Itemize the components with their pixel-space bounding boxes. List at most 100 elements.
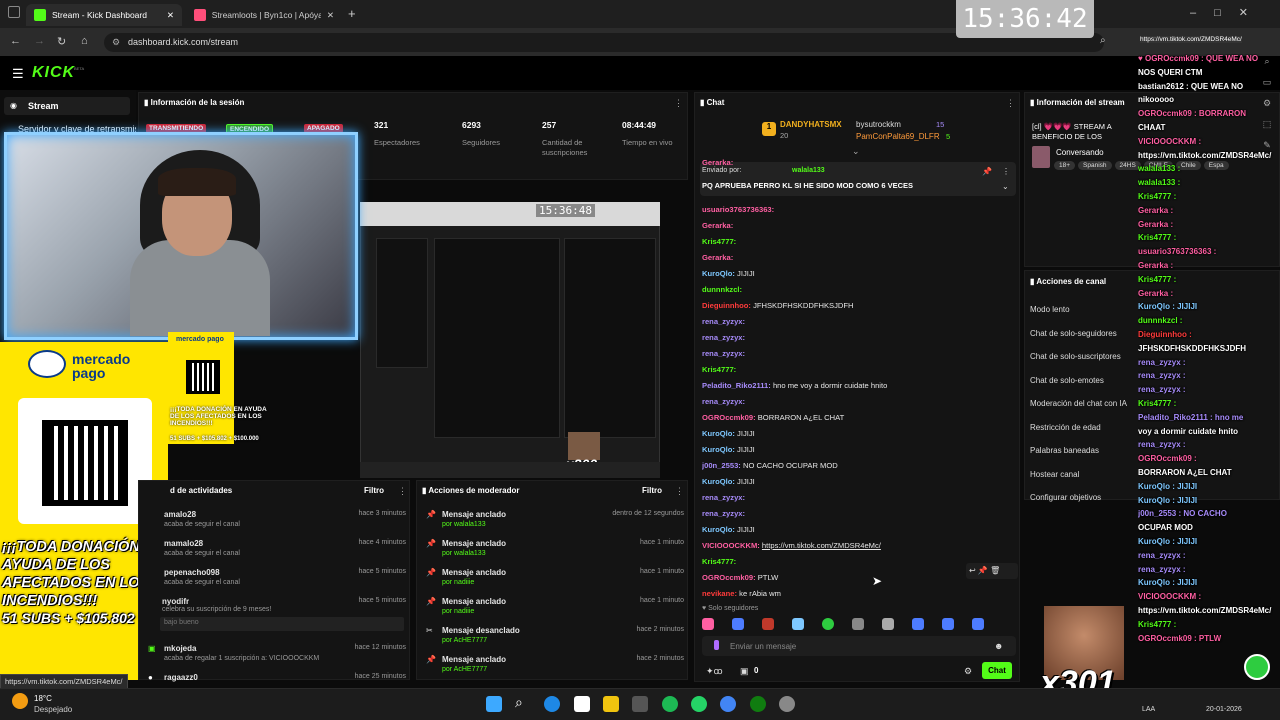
tab-search-icon[interactable] [8, 6, 20, 18]
more-icon[interactable]: ⋮ [1002, 167, 1010, 176]
chat-username[interactable]: Kris4777: [702, 237, 736, 246]
gift-icon[interactable]: ▣ [740, 666, 749, 677]
chat-username[interactable]: rena_zyzyx: [702, 317, 745, 326]
modactions-filter-button[interactable]: Filtro [642, 486, 662, 495]
chat-username[interactable]: rena_zyzyx: [702, 397, 745, 406]
message-actions[interactable]: ↩ 📌 🗑 [966, 563, 1018, 579]
input-language[interactable]: LAA [1142, 706, 1155, 713]
chat-username[interactable]: KuroQlo: [702, 269, 735, 278]
send-chat-button[interactable]: Chat [982, 662, 1012, 679]
home-icon[interactable]: ⌂ [81, 35, 88, 47]
site-info-icon[interactable]: ⚙ [112, 37, 120, 48]
close-icon[interactable]: ✕ [327, 10, 334, 21]
chat-username[interactable]: usuario3763736363: [702, 205, 774, 214]
channel-action-item[interactable]: Chat de solo-suscriptores [1030, 352, 1121, 361]
reload-icon[interactable]: ↻ [57, 35, 66, 48]
chat-text[interactable]: https://vm.tiktok.com/ZMDSR4eMc/ [762, 541, 881, 550]
chat-username[interactable]: dunnnkzcl: [702, 285, 742, 294]
url-input[interactable]: dashboard.kick.com/stream [104, 33, 1104, 52]
chat-username[interactable]: Kris4777: [702, 557, 736, 566]
chat-username[interactable]: KuroQlo: [702, 445, 735, 454]
chat-username[interactable]: OGROccmk09: [702, 573, 756, 582]
chat-message: rena_zyzyx: [702, 316, 1012, 327]
chat-username[interactable]: rena_zyzyx: [702, 349, 745, 358]
leader-name[interactable]: bysutrockkm [856, 120, 901, 129]
zoom-icon[interactable]: ⌕ [1100, 35, 1106, 46]
channel-action-item[interactable]: Chat de solo-emotes [1030, 376, 1104, 385]
channel-action-item[interactable]: Chat de solo-seguidores [1030, 329, 1117, 338]
hamburger-menu-icon[interactable]: ☰ [12, 66, 24, 82]
channel-action-item[interactable]: Configurar objetivos [1030, 493, 1101, 502]
activity-filter-button[interactable]: Filtro [364, 486, 384, 495]
more-icon[interactable]: ⋮ [674, 98, 683, 109]
search-icon[interactable]: ⌕ [515, 694, 523, 711]
more-icon[interactable]: ⋮ [1006, 98, 1015, 109]
chevron-down-icon[interactable]: ⌄ [1002, 182, 1009, 191]
tab-kick-dashboard[interactable]: Stream - Kick Dashboard ✕ [26, 4, 182, 26]
tab-label: Streamloots | Byn1co | Apóyame [211, 10, 321, 20]
close-icon[interactable]: ✕ [167, 10, 174, 21]
xbox-icon[interactable] [750, 696, 766, 712]
chat-username[interactable]: nevikane: [702, 589, 737, 598]
bookmark-icon[interactable]: ▭ [1263, 77, 1272, 88]
kick-logo[interactable]: KICK [32, 64, 75, 82]
back-arrow-icon[interactable]: ← [10, 35, 21, 47]
chat-username[interactable]: KuroQlo: [702, 477, 735, 486]
forward-arrow-icon[interactable]: → [34, 35, 45, 47]
category-name[interactable]: Conversando [1056, 148, 1104, 157]
chat-username[interactable]: rena_zyzyx: [702, 493, 745, 502]
channel-action-item[interactable]: Restricción de edad [1030, 423, 1101, 432]
chat-username[interactable]: KuroQlo: [702, 525, 735, 534]
chat-username[interactable]: Gerarka: [702, 221, 733, 230]
tab-streamloots[interactable]: Streamloots | Byn1co | Apóyame ✕ [186, 4, 342, 26]
chat-username[interactable]: Dieguinnhoo: [702, 301, 751, 310]
emote-bar[interactable] [702, 618, 1018, 632]
extension-icon[interactable]: ⬚ [1263, 119, 1272, 130]
spotify-icon[interactable] [662, 696, 678, 712]
chat-username[interactable]: rena_zyzyx: [702, 333, 745, 342]
whatsapp-icon[interactable] [1244, 654, 1270, 680]
points-icon[interactable]: ✦ꝏ [706, 666, 723, 677]
channel-action-item[interactable]: Palabras baneadas [1030, 446, 1099, 455]
chat-username[interactable]: rena_zyzyx: [702, 509, 745, 518]
modaction-row: 📌 Mensaje anclado por nadiiie hace 1 minuto [426, 568, 684, 586]
chat-username[interactable]: VICIOOOCKKM: [702, 541, 760, 550]
sidebar-item-stream[interactable] [4, 97, 130, 115]
gear-icon[interactable]: ⚙ [964, 666, 972, 677]
overlay-chat-line: KuroQlo : JIJIJI [1138, 537, 1198, 546]
app-icon[interactable] [632, 696, 648, 712]
leader-name[interactable]: DANDYHATSMX [780, 120, 842, 129]
store-icon[interactable] [574, 696, 590, 712]
leader-name[interactable]: PamConPalta69_DLFR [856, 132, 940, 141]
pinned-by-user[interactable]: walala133 [792, 167, 825, 174]
more-icon[interactable]: ⋮ [675, 486, 684, 497]
session-stats: 321 Espectadores 6293 Seguidores 257 Cantid… [374, 120, 674, 164]
window-controls[interactable]: –□✕ [1190, 6, 1266, 19]
chat-username[interactable]: Peladito_Riko2111: [702, 381, 771, 390]
pin-icon[interactable]: 📌 [982, 167, 992, 176]
new-tab-button[interactable]: + [348, 6, 356, 21]
chat-username[interactable]: KuroQlo: [702, 429, 735, 438]
channel-action-item[interactable]: Modo lento [1030, 305, 1070, 314]
more-icon[interactable]: ⋮ [398, 486, 407, 497]
emoji-icon[interactable]: ☻ [994, 641, 1003, 651]
obs-icon[interactable] [779, 696, 795, 712]
channel-action-item[interactable]: Hostear canal [1030, 470, 1079, 479]
chevron-down-icon[interactable]: ⌄ [852, 146, 860, 157]
chat-username[interactable]: j00n_2553: [702, 461, 741, 470]
chat-username[interactable]: Gerarka: [702, 158, 733, 167]
channel-action-item[interactable]: Moderación del chat con IA [1030, 399, 1127, 408]
gear-icon[interactable]: ⚙ [1263, 98, 1271, 109]
chat-message: Kris4777: [702, 236, 1012, 247]
chat-username[interactable]: Gerarka: [702, 253, 733, 262]
chat-username[interactable]: OGROccmk09: [702, 413, 756, 422]
tool-icon[interactable]: ✎ [1263, 140, 1271, 151]
folder-icon[interactable] [603, 696, 619, 712]
windows-start-icon[interactable] [486, 696, 502, 712]
chat-username[interactable]: Kris4777: [702, 365, 736, 374]
search-icon[interactable]: ⌕ [1264, 56, 1269, 67]
edge-icon[interactable] [544, 696, 560, 712]
chrome-icon[interactable] [720, 696, 736, 712]
qr-code[interactable] [42, 420, 128, 506]
whatsapp-icon[interactable] [691, 696, 707, 712]
